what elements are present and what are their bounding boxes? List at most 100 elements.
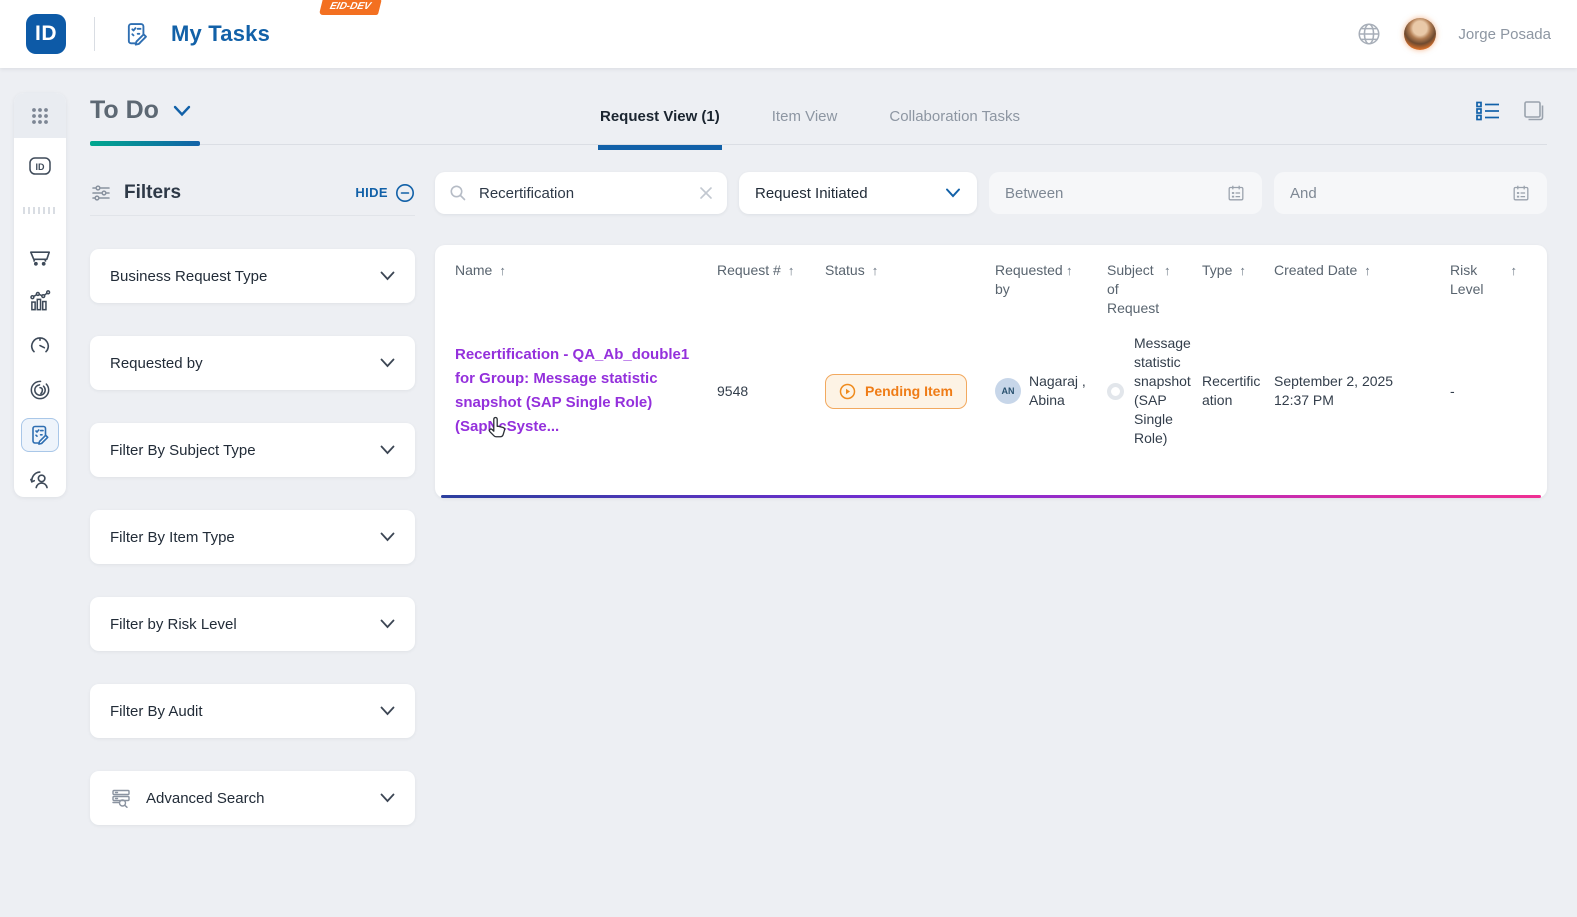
svg-text:ID: ID <box>36 162 46 172</box>
sidebar-item-apps[interactable] <box>14 93 66 138</box>
request-number: 9548 <box>717 382 825 401</box>
topbar-divider <box>94 17 95 51</box>
page-title: My Tasks <box>171 21 270 47</box>
sort-asc-icon: ↑ <box>1164 261 1171 280</box>
company-logo[interactable]: ID <box>26 14 66 54</box>
logo-text: ID <box>35 22 57 46</box>
sidebar-item-request-store[interactable] <box>21 239 59 273</box>
chevron-down-icon <box>380 793 395 803</box>
column-header-subject-of-request[interactable]: Subject of Request ↑ <box>1107 261 1202 318</box>
sidebar-item-delegation[interactable] <box>21 463 59 497</box>
filters-title: Filters <box>124 182 181 204</box>
risk-level: - <box>1424 382 1527 401</box>
sort-asc-icon: ↑ <box>1511 261 1518 280</box>
chevron-down-icon <box>380 619 395 629</box>
column-header-status[interactable]: Status ↑ <box>825 261 995 280</box>
card-view-icon[interactable] <box>1521 98 1547 124</box>
sort-asc-icon: ↑ <box>1239 261 1246 280</box>
hide-filters-button[interactable]: HIDE <box>355 183 415 203</box>
user-avatar[interactable] <box>1404 18 1436 50</box>
date-to-input[interactable]: And <box>1274 172 1547 214</box>
table-row[interactable]: Recertification - QA_Ab_double1 for Grou… <box>435 326 1547 454</box>
date-from-input[interactable]: Between <box>989 172 1262 214</box>
status-label: Pending Item <box>865 382 953 401</box>
hide-minus-icon <box>395 183 415 203</box>
sidebar-divider-stripes <box>21 194 59 228</box>
globe-icon[interactable] <box>1356 21 1382 47</box>
view-selector-label: To Do <box>90 96 159 125</box>
requester-avatar: AN <box>995 378 1021 404</box>
status-badge: Pending Item <box>825 374 967 409</box>
filter-label: Filter By Audit <box>110 703 203 720</box>
delegate-user-icon <box>27 467 53 493</box>
filter-item-type[interactable]: Filter By Item Type <box>90 510 415 564</box>
fingerprint-icon <box>27 377 53 403</box>
calendar-icon <box>1226 183 1246 203</box>
my-tasks-icon <box>123 20 151 48</box>
table-footer-gradient <box>441 495 1541 498</box>
sidebar-item-my-tasks[interactable] <box>21 418 59 452</box>
table-header-row: Name ↑ Request # ↑ Status ↑ Requested by… <box>435 245 1547 326</box>
sort-asc-icon: ↑ <box>499 261 506 280</box>
tab-bar: Request View (1) Item View Collaboration… <box>598 98 1022 150</box>
chevron-down-icon <box>173 105 191 117</box>
sidebar-item-analytics[interactable] <box>21 284 59 318</box>
id-sidebar-icon: ID <box>27 154 53 178</box>
chevron-down-icon <box>380 532 395 542</box>
gauge-icon <box>27 332 53 358</box>
chevron-down-icon <box>380 271 395 281</box>
user-name[interactable]: Jorge Posada <box>1458 26 1551 43</box>
sidebar-item-identity[interactable]: ID <box>21 149 59 183</box>
filter-subject-type[interactable]: Filter By Subject Type <box>90 423 415 477</box>
search-filter-row: Request Initiated Between And <box>435 172 1547 214</box>
tab-item-view[interactable]: Item View <box>770 98 840 150</box>
date-field-select-value: Request Initiated <box>755 185 868 202</box>
analytics-icon <box>27 288 53 314</box>
subject-of-request: Message statistic snapshot (SAP Single R… <box>1134 334 1192 448</box>
advanced-search[interactable]: Advanced Search <box>90 771 415 825</box>
request-type: Recertification <box>1202 372 1274 410</box>
filter-audit[interactable]: Filter By Audit <box>90 684 415 738</box>
cart-icon <box>27 243 53 269</box>
requests-table: Name ↑ Request # ↑ Status ↑ Requested by… <box>435 245 1547 498</box>
search-box <box>435 172 727 214</box>
column-header-name[interactable]: Name ↑ <box>455 261 717 280</box>
play-icon <box>839 383 856 400</box>
tab-collaboration-tasks[interactable]: Collaboration Tasks <box>887 98 1022 150</box>
filter-requested-by[interactable]: Requested by <box>90 336 415 390</box>
subject-ring-icon <box>1107 383 1124 400</box>
list-view-icon[interactable] <box>1475 100 1501 122</box>
sidebar-rail: ID <box>14 93 66 497</box>
sidebar-item-dashboard[interactable] <box>21 329 59 363</box>
date-field-select[interactable]: Request Initiated <box>739 172 977 214</box>
clear-icon[interactable] <box>699 186 713 200</box>
calendar-icon <box>1511 183 1531 203</box>
filter-risk-level[interactable]: Filter by Risk Level <box>90 597 415 651</box>
my-tasks-page: ID My Tasks EID-DEV <box>0 0 1577 917</box>
sort-asc-icon: ↑ <box>788 261 795 280</box>
column-header-risk-level[interactable]: Risk Level ↑ <box>1424 261 1527 299</box>
tab-request-view[interactable]: Request View (1) <box>598 98 722 150</box>
search-icon <box>449 184 467 202</box>
request-name-link[interactable]: Recertification - QA_Ab_double1 for Grou… <box>455 346 689 435</box>
filters-panel: Filters HIDE Business Request Type Reque… <box>90 170 415 825</box>
filter-label: Filter by Risk Level <box>110 616 237 633</box>
column-header-type[interactable]: Type ↑ <box>1202 261 1274 280</box>
sort-asc-icon: ↑ <box>872 261 879 280</box>
advanced-search-icon <box>110 787 132 809</box>
search-input[interactable] <box>479 185 687 202</box>
app-grid-icon <box>29 105 51 127</box>
chevron-down-icon <box>380 445 395 455</box>
date-from-placeholder: Between <box>1005 185 1063 202</box>
my-tasks-icon <box>28 423 52 447</box>
sidebar-item-access[interactable] <box>21 373 59 407</box>
filter-label: Filter By Item Type <box>110 529 235 546</box>
created-date: September 2, 2025 12:37 PM <box>1274 372 1424 410</box>
view-selector[interactable]: To Do <box>90 96 191 125</box>
column-header-created-date[interactable]: Created Date ↑ <box>1274 261 1424 280</box>
date-to-placeholder: And <box>1290 185 1317 202</box>
sort-asc-icon: ↑ <box>1066 261 1073 280</box>
filter-business-request-type[interactable]: Business Request Type <box>90 249 415 303</box>
column-header-requested-by[interactable]: Requested by ↑ <box>995 261 1107 299</box>
column-header-request-number[interactable]: Request # ↑ <box>717 261 825 280</box>
